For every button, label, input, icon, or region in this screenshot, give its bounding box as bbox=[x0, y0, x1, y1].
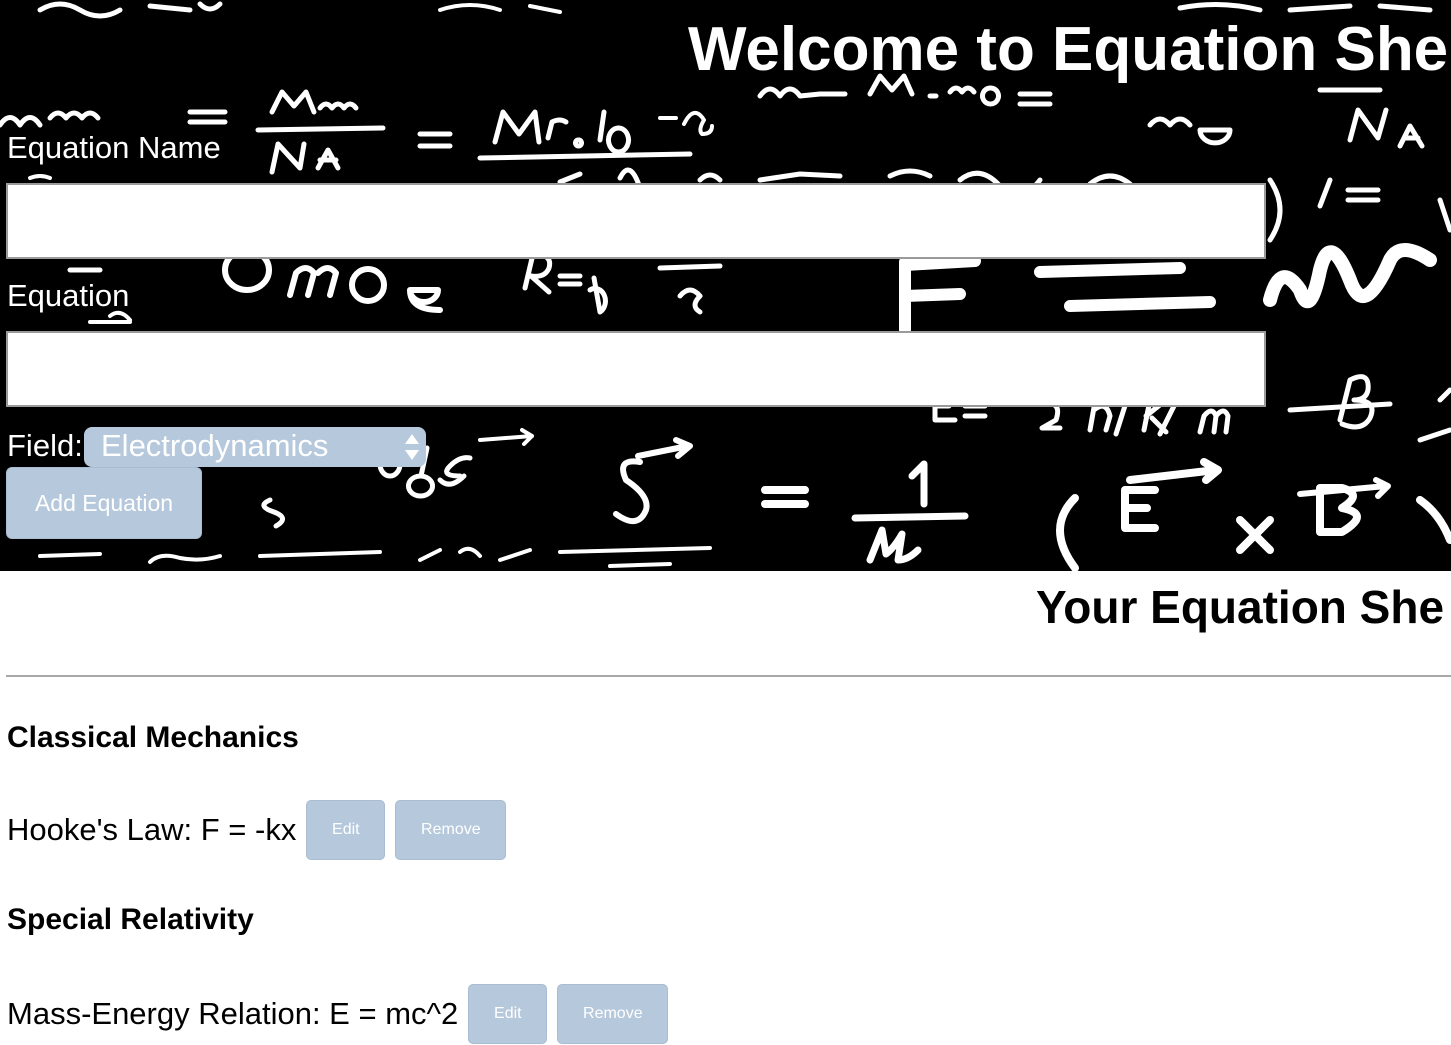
page-title: Welcome to Equation She bbox=[688, 15, 1449, 84]
header-banner: Welcome to Equation She Equation Name Eq… bbox=[0, 0, 1451, 571]
divider bbox=[6, 675, 1451, 677]
equation-text: Hooke's Law: F = -kx bbox=[7, 812, 297, 847]
equation-name-input[interactable] bbox=[6, 183, 1266, 259]
section-heading-special-relativity: Special Relativity bbox=[7, 903, 254, 936]
add-equation-button[interactable]: Add Equation bbox=[6, 467, 202, 539]
equation-name-label: Equation Name bbox=[7, 130, 221, 165]
equation-item: Hooke's Law: F = -kx Edit Remove bbox=[7, 799, 507, 861]
equation-label: Equation bbox=[7, 278, 130, 313]
select-arrows-icon bbox=[405, 434, 419, 460]
equation-input[interactable] bbox=[6, 331, 1266, 407]
equation-item: Mass-Energy Relation: E = mc^2 Edit Remo… bbox=[7, 983, 669, 1045]
field-label: Field: bbox=[7, 428, 83, 463]
field-select-value: Electrodynamics bbox=[101, 428, 329, 463]
edit-button[interactable]: Edit bbox=[468, 984, 548, 1044]
edit-button[interactable]: Edit bbox=[306, 800, 386, 860]
sheet-title: Your Equation She bbox=[1036, 581, 1445, 633]
section-heading-classical-mechanics: Classical Mechanics bbox=[7, 721, 299, 754]
field-select[interactable]: Electrodynamics bbox=[84, 427, 426, 467]
remove-button[interactable]: Remove bbox=[557, 984, 669, 1044]
remove-button[interactable]: Remove bbox=[395, 800, 507, 860]
equation-text: Mass-Energy Relation: E = mc^2 bbox=[7, 996, 459, 1031]
